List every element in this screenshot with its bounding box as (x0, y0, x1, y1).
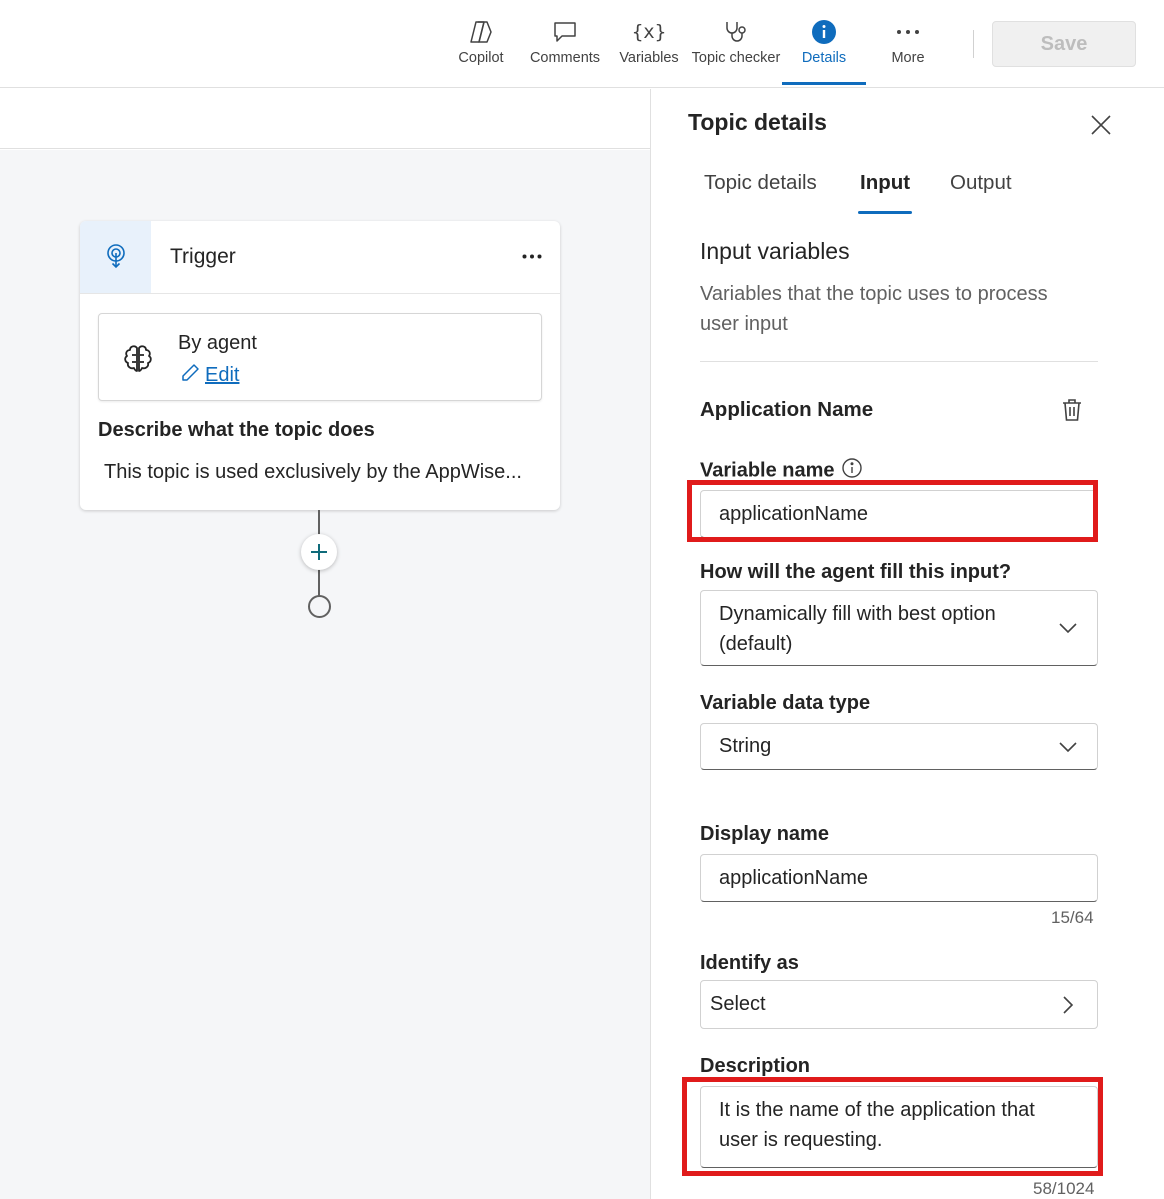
close-icon[interactable] (1089, 113, 1113, 137)
section-divider (700, 361, 1098, 362)
chevron-down-icon (1057, 736, 1079, 758)
copilot-icon (466, 18, 496, 46)
data-type-label: Variable data type (700, 692, 871, 714)
tab-underline (858, 211, 912, 214)
describe-label: Describe what the topic does (98, 419, 375, 441)
chevron-right-icon (1057, 994, 1079, 1016)
input-variables-title: Input variables (700, 238, 850, 264)
variables-icon: {x} (631, 21, 667, 43)
info-icon (809, 18, 839, 46)
describe-text: This topic is used exclusively by the Ap… (104, 461, 522, 483)
variable-heading: Application Name (700, 398, 874, 421)
more-icon (893, 18, 923, 46)
fill-method-value: Dynamically fill with best option (defau… (719, 603, 996, 655)
save-button[interactable]: Save (992, 21, 1136, 67)
data-type-value: String (719, 735, 772, 757)
trigger-icon (80, 221, 151, 293)
stethoscope-icon (721, 18, 751, 46)
comments-button[interactable]: Comments (528, 18, 602, 84)
tab-topic-details[interactable]: Topic details (704, 171, 817, 195)
active-tab-indicator (782, 82, 866, 85)
copilot-label: Copilot (458, 50, 504, 66)
more-label: More (891, 50, 925, 66)
delete-icon[interactable] (1060, 397, 1086, 423)
topic-checker-button[interactable]: Topic checker (690, 18, 782, 84)
identify-as-selector[interactable]: Select (700, 980, 1098, 1029)
trigger-more-icon[interactable] (517, 241, 547, 271)
end-node (308, 595, 331, 618)
trigger-title: Trigger (170, 245, 236, 268)
top-toolbar: Copilot Comments {x} Variables Topic che… (0, 0, 1164, 88)
description-label: Description (700, 1055, 811, 1077)
trigger-node[interactable]: Trigger By agent Edit Describe what the … (80, 221, 560, 510)
topic-checker-label: Topic checker (691, 50, 781, 66)
comment-icon (550, 18, 580, 46)
comments-label: Comments (529, 50, 601, 66)
highlight-box-variable-name (687, 480, 1098, 542)
panel-title: Topic details (688, 109, 827, 135)
edit-trigger[interactable]: Edit (179, 362, 239, 389)
toolbar-divider (973, 30, 974, 58)
display-name-counter: 15/64 (1051, 908, 1094, 927)
identify-as-label: Identify as (700, 952, 799, 974)
tab-input[interactable]: Input (860, 171, 910, 195)
pencil-icon (179, 362, 201, 389)
identify-as-value: Select (710, 993, 766, 1015)
details-button[interactable]: Details (800, 18, 848, 84)
details-label: Details (801, 50, 847, 66)
fill-method-dropdown[interactable]: Dynamically fill with best option (defau… (700, 590, 1098, 666)
tab-output[interactable]: Output (950, 171, 1012, 195)
canvas-header (0, 89, 650, 149)
variables-button[interactable]: {x} Variables (618, 18, 680, 84)
topic-details-panel: Topic details Topic details Input Output… (650, 89, 1164, 1199)
highlight-box-description (682, 1077, 1103, 1176)
more-button[interactable]: More (888, 18, 928, 84)
copilot-button[interactable]: Copilot (455, 18, 507, 84)
edit-link[interactable]: Edit (205, 364, 239, 387)
display-name-label: Display name (700, 823, 829, 845)
variables-label: Variables (619, 50, 679, 66)
by-agent-box: By agent Edit (98, 313, 542, 401)
trigger-header: Trigger (80, 221, 560, 294)
display-name-input[interactable]: applicationName (700, 854, 1098, 902)
variable-name-label-text: Variable name (700, 459, 835, 482)
fill-method-label: How will the agent fill this input? (700, 561, 1012, 583)
by-agent-title: By agent (178, 332, 257, 354)
input-variables-description: Variables that the topic uses to process… (700, 283, 1048, 335)
data-type-dropdown[interactable]: String (700, 723, 1098, 770)
add-node-button[interactable] (301, 534, 337, 570)
chevron-down-icon (1057, 617, 1079, 639)
description-counter: 58/1024 (1033, 1179, 1095, 1198)
brain-icon (121, 342, 155, 376)
